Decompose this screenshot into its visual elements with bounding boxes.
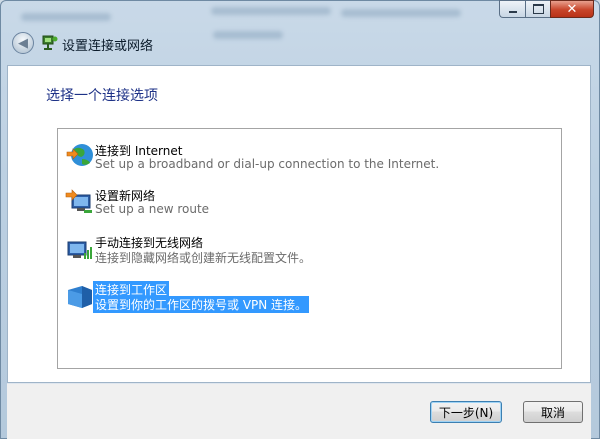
connection-options-list[interactable]: 连接到 Internet Set up a broadband or dial-… [57, 128, 562, 369]
content-panel: 选择一个连接选项 连接到 Internet Set up a broadband… [7, 65, 591, 383]
background-blur [211, 7, 331, 15]
option-connect-workplace[interactable]: 连接到工作区 设置到你的工作区的拨号或 VPN 连接。 [58, 280, 561, 324]
maximize-button[interactable] [525, 0, 550, 18]
minimize-button[interactable] [499, 0, 525, 18]
maximize-icon [532, 4, 544, 14]
instruction-heading: 选择一个连接选项 [46, 88, 158, 104]
globe-icon [66, 144, 93, 166]
close-button[interactable]: ✕ [550, 0, 594, 18]
option-description: Set up a new route [95, 202, 210, 216]
back-arrow-icon: ◀ [18, 35, 28, 51]
option-manual-wireless[interactable]: 手动连接到无线网络 连接到隐藏网络或创建新无线配置文件。 [58, 233, 561, 277]
option-description: 连接到隐藏网络或创建新无线配置文件。 [95, 251, 312, 265]
next-button[interactable]: 下一步(N) [430, 401, 502, 423]
wireless-icon [67, 241, 92, 259]
network-setup-icon [42, 35, 58, 50]
option-connect-internet[interactable]: 连接到 Internet Set up a broadband or dial-… [58, 141, 561, 185]
option-description: Set up a broadband or dial-up connection… [95, 157, 440, 171]
option-description: 设置到你的工作区的拨号或 VPN 连接。 [93, 296, 310, 313]
minimize-icon [508, 11, 517, 13]
background-blur [21, 13, 111, 21]
option-new-network[interactable]: 设置新网络 Set up a new route [58, 186, 561, 230]
dialog-footer: 下一步(N) 取消 [7, 384, 591, 439]
background-blur [213, 31, 283, 39]
new-network-icon [65, 189, 92, 213]
back-button[interactable]: ◀ [12, 32, 34, 54]
close-icon: ✕ [566, 1, 578, 17]
background-blur [341, 9, 461, 17]
window-caption-buttons: ✕ [499, 0, 594, 18]
window-title: 设置连接或网络 [62, 39, 154, 54]
cancel-button[interactable]: 取消 [523, 401, 583, 423]
workplace-icon [68, 286, 92, 308]
